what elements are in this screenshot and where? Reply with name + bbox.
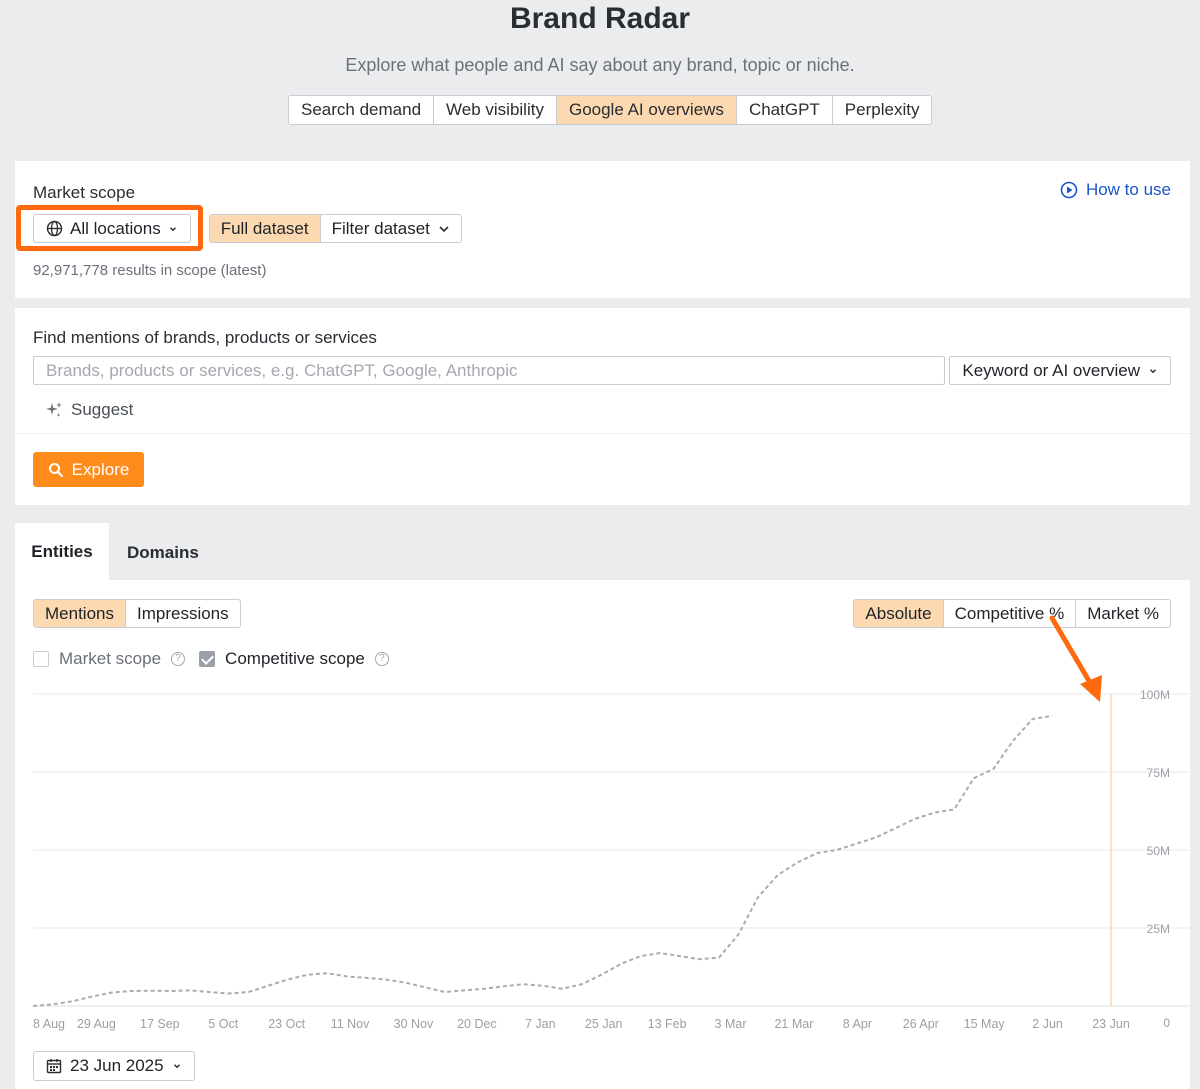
how-to-use-link[interactable]: How to use	[1060, 180, 1171, 200]
x-tick-label: 21 Mar	[774, 1017, 813, 1031]
divider	[15, 433, 1190, 434]
chevron-down-icon	[439, 225, 449, 232]
x-tick-label: 8 Aug	[33, 1017, 65, 1031]
location-dropdown[interactable]: All locations	[33, 214, 191, 243]
location-value: All locations	[70, 218, 161, 238]
find-mentions-card: Find mentions of brands, products or ser…	[15, 308, 1190, 505]
x-tick-label: 3 Mar	[715, 1017, 747, 1031]
x-tick-label: 2 Jun	[1032, 1017, 1063, 1031]
results-count: 92,971,778 results in scope (latest)	[33, 262, 267, 279]
x-tick-label: 30 Nov	[394, 1017, 434, 1031]
annotation-arrow	[1049, 615, 1102, 702]
tab-perplexity[interactable]: Perplexity	[833, 96, 932, 124]
play-circle-icon	[1060, 181, 1078, 199]
y-tick-label: 50M	[1147, 844, 1170, 858]
chart-card: Mentions Impressions Absolute Competitiv…	[15, 580, 1190, 1089]
search-icon	[48, 462, 63, 477]
x-tick-label: 15 May	[964, 1017, 1006, 1031]
y-tick-label: 25M	[1147, 922, 1170, 936]
sparkle-icon	[46, 402, 62, 417]
page-subtitle: Explore what people and AI say about any…	[345, 55, 855, 75]
globe-icon	[46, 220, 63, 237]
tab-entities[interactable]: Entities	[15, 523, 109, 581]
help-icon: ?	[374, 652, 389, 666]
explore-button[interactable]: Explore	[33, 452, 144, 487]
market-scope-card: Market scope How to use All locations Fu…	[15, 161, 1190, 298]
chevron-down-icon	[1150, 368, 1156, 373]
date-value: 23 Jun 2025	[70, 1056, 164, 1075]
metric-toggle: Mentions Impressions	[33, 599, 241, 628]
checkbox-unchecked	[33, 651, 49, 667]
tab-web-visibility[interactable]: Web visibility	[434, 96, 557, 124]
view-toggle: Absolute Competitive % Market %	[853, 599, 1171, 628]
data-source-tabs: Search demand Web visibility Google AI o…	[288, 95, 933, 125]
tab-chatgpt[interactable]: ChatGPT	[737, 96, 833, 124]
impressions-button[interactable]: Impressions	[126, 600, 240, 627]
page-title: Brand Radar	[509, 2, 691, 35]
competitive-scope-checkbox[interactable]: Competitive scope ?	[199, 649, 389, 669]
full-dataset-button[interactable]: Full dataset	[209, 215, 321, 242]
suggest-label: Suggest	[71, 400, 134, 419]
help-icon: ?	[171, 652, 186, 666]
explore-label: Explore	[71, 459, 130, 479]
dataset-toggle: Full dataset Filter dataset	[208, 214, 462, 243]
competitive-scope-checkbox-label: Competitive scope	[225, 649, 365, 668]
x-tick-label: 11 Nov	[331, 1017, 370, 1031]
filter-dataset-button[interactable]: Filter dataset	[321, 215, 461, 242]
market-scope-checkbox-label: Market scope	[59, 649, 162, 668]
absolute-button[interactable]: Absolute	[854, 600, 944, 627]
keyword-mode-value: Keyword or AI overview	[962, 360, 1140, 380]
suggest-button[interactable]: Suggest	[45, 400, 133, 420]
x-tick-label: 26 Apr	[903, 1017, 939, 1031]
mentions-chart[interactable]: 0 25M 50M 75M 100M 8 Aug 29 Aug 17 Sep 5 Oct 23 O…	[15, 680, 1190, 1040]
how-to-use-label: How to use	[1085, 180, 1171, 199]
chevron-down-icon	[169, 226, 176, 231]
chevron-down-icon	[173, 1064, 180, 1069]
x-tick-label: 5 Oct	[208, 1017, 238, 1031]
y-tick-label: 100M	[1140, 688, 1170, 702]
x-tick-label: 23 Oct	[268, 1017, 305, 1031]
calendar-icon	[46, 1059, 62, 1074]
x-tick-label: 29 Aug	[77, 1017, 116, 1031]
y-tick-label: 75M	[1147, 766, 1170, 780]
x-tick-label: 25 Jan	[585, 1017, 623, 1031]
x-tick-label: 17 Sep	[140, 1017, 180, 1031]
market-scope-label: Market scope	[33, 183, 136, 202]
x-tick-label: 13 Feb	[648, 1017, 687, 1031]
filter-dataset-label: Filter dataset	[331, 219, 430, 238]
x-tick-label: 8 Apr	[843, 1017, 872, 1031]
x-tick-label: 20 Dec	[457, 1017, 497, 1031]
search-input[interactable]	[33, 356, 945, 385]
tab-search-demand[interactable]: Search demand	[289, 96, 435, 124]
x-tick-label: 23 Jun	[1092, 1017, 1130, 1031]
x-tick-label: 7 Jan	[525, 1017, 556, 1031]
find-mentions-label: Find mentions of brands, products or ser…	[33, 328, 377, 347]
series-line	[32, 714, 1053, 1007]
date-picker[interactable]: 23 Jun 2025	[33, 1051, 195, 1081]
market-scope-checkbox[interactable]: Market scope ?	[33, 649, 186, 669]
tab-google-ai-overviews[interactable]: Google AI overviews	[556, 96, 737, 124]
y-tick-label: 0	[1163, 1016, 1170, 1030]
keyword-mode-dropdown[interactable]: Keyword or AI overview	[949, 356, 1171, 385]
mentions-button[interactable]: Mentions	[34, 600, 126, 627]
tab-domains[interactable]: Domains	[127, 543, 199, 563]
checkbox-checked	[199, 651, 216, 667]
